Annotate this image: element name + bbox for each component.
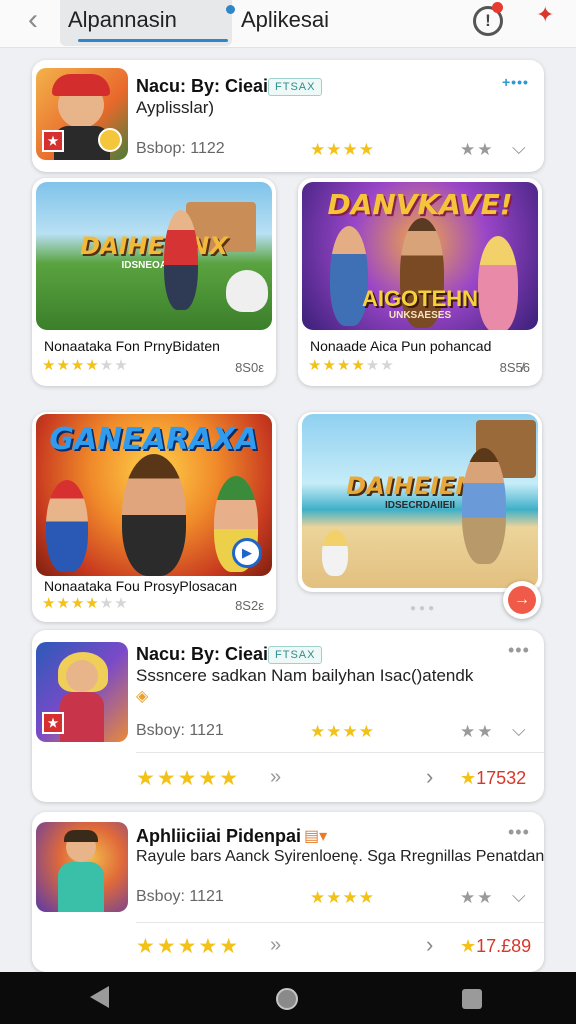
brand-logo: ★ (42, 712, 64, 734)
game-tile[interactable]: DANVKAVE! AIGOTEHN UNKSAESES Nonaade Aic… (298, 178, 542, 386)
tab-inactive[interactable]: Aplikesai (241, 7, 329, 33)
app-card[interactable]: ★ Nacu: By: Cieai FTSAX ••• Sssncere sad… (32, 630, 544, 802)
game-title: Nonaataka Fou ProsyPlosacan (44, 578, 237, 594)
price-value: 17.£89 (476, 936, 532, 956)
tab-active[interactable]: Alpannasin (60, 0, 232, 46)
app-card[interactable]: ★ Nacu: By: Cieai FTSAX +••• Ayplisslar)… (32, 60, 544, 172)
pin-icon[interactable]: ✦ (536, 4, 554, 26)
more-options-icon[interactable]: ••• (508, 640, 530, 661)
rating-stars: ★★★★★★ (42, 595, 129, 612)
tab-active-label: Alpannasin (68, 7, 177, 32)
brand-logo: ★ (42, 130, 64, 152)
card-meta: Bsboy: 1121 (136, 722, 224, 739)
app-thumbnail: ★ (36, 68, 128, 160)
card-meta: Bsboy: 1121 (136, 888, 224, 905)
rating-stars: ★★★★★★ (308, 357, 395, 374)
game-banner-image: DAIHEIENX IDSNEOAIIED (36, 182, 272, 330)
play-icon[interactable]: ▶ (232, 538, 262, 568)
price-value: 17532 (476, 768, 527, 788)
chevron-left-icon[interactable]: ‹ (18, 5, 48, 36)
review-count: 8S2ε (235, 598, 264, 613)
app-card[interactable]: Aphliiciiai Pidenpai ▤▾ ••• Rayule bars … (32, 812, 544, 972)
game-banner-text: DAIHEIENX (80, 232, 228, 260)
game-banner-subtext: AIGOTEHN (361, 286, 479, 311)
rating-stars: ★★★★ (310, 722, 375, 741)
price-label: ★17.£89 (460, 936, 532, 956)
game-title: Nonaataka Fon PrnyBidaten (44, 338, 220, 354)
tab-indicator-dot (226, 5, 235, 14)
fast-forward-icon[interactable]: » (270, 766, 281, 789)
game-banner-text: DANVKAVE! (327, 188, 513, 221)
flag-icon: ▤▾ (304, 828, 328, 845)
top-bar: ‹ Alpannasin Aplikesai ! ✦ (0, 0, 576, 48)
chevron-down-icon[interactable]: ⌵ (512, 138, 526, 159)
game-tile[interactable]: DAIHEIENX IDSECRDAIIEII (298, 412, 542, 592)
rating-stars: ★★★★ (310, 140, 375, 159)
card-title: Nacu: By: Cieai (136, 76, 269, 96)
price-label: ★17532 (460, 768, 527, 788)
fast-forward-icon[interactable]: » (270, 934, 281, 957)
app-thumbnail (36, 822, 128, 912)
card-subtitle: Sssncere sadkan Nam bailyhan Isac()atend… (136, 666, 474, 685)
review-count: 8S0ε (235, 360, 264, 375)
star-toggle-icon[interactable]: ★★ (460, 722, 494, 742)
more-options-icon[interactable]: +••• (502, 74, 529, 90)
system-nav-bar (0, 972, 576, 1024)
game-banner-image: DANVKAVE! AIGOTEHN UNKSAESES (302, 182, 538, 330)
divider (136, 752, 544, 753)
star-toggle-icon[interactable]: ★★ (460, 888, 494, 908)
game-tile[interactable]: DAIHEIENX IDSNEOAIIED Nonaataka Fon Prny… (32, 178, 276, 386)
chevron-right-icon[interactable]: › (426, 932, 433, 958)
rating-stars: ★★★★★★ (42, 357, 129, 374)
review-count: 8S5̸6 (499, 360, 530, 375)
big-rating-stars: ★★★★★ (136, 935, 241, 958)
card-meta: Bsbop: 1122 (136, 140, 225, 157)
card-title: Aphliiciiai Pidenpai (136, 826, 302, 846)
rating-stars: ★★★★ (310, 888, 375, 907)
shield-icon: ◈ (136, 688, 149, 705)
arrow-icon: → (508, 586, 536, 614)
chevron-down-icon[interactable]: ⌵ (512, 720, 526, 741)
game-banner-image: DAIHEIENX IDSECRDAIIEII (302, 414, 538, 588)
star-toggle-icon[interactable]: ★★ (460, 140, 494, 160)
card-subtitle: Rayule bars Aanck Syirenloenę. Sga Rregn… (136, 848, 545, 865)
tab-underline (78, 39, 228, 42)
nav-recents-icon[interactable] (462, 989, 482, 1009)
divider (136, 922, 544, 923)
game-tile[interactable]: GANEARAXA ▶ Nonaataka Fou ProsyPlosacan … (32, 412, 276, 622)
chevron-right-icon[interactable]: › (426, 764, 433, 790)
game-title: Nonaade Aica Pun pohancad (310, 338, 492, 354)
game-banner-subtext: IDSNEOAIIED (121, 260, 187, 271)
more-options-icon[interactable]: ••• (508, 822, 530, 843)
chevron-down-icon[interactable]: ⌵ (512, 886, 526, 907)
card-subtitle: Ayplisslar) (136, 98, 215, 117)
game-banner-subtext-2: UNKSAESES (388, 310, 452, 321)
nav-home-icon[interactable] (276, 988, 298, 1010)
big-rating-stars: ★★★★★ (136, 767, 241, 790)
game-banner-text: GANEARAXA (49, 422, 259, 457)
pager-dots[interactable]: ●●● (410, 603, 437, 614)
game-banner-image: GANEARAXA ▶ (36, 414, 272, 576)
card-title: Nacu: By: Cieai (136, 644, 269, 664)
status-badge: FTSAX (268, 646, 323, 664)
fab-button[interactable]: → (503, 581, 541, 619)
app-thumbnail: ★ (36, 642, 128, 742)
notification-badge (492, 2, 503, 13)
status-badge: FTSAX (268, 78, 323, 96)
nav-back-icon[interactable] (90, 986, 109, 1008)
